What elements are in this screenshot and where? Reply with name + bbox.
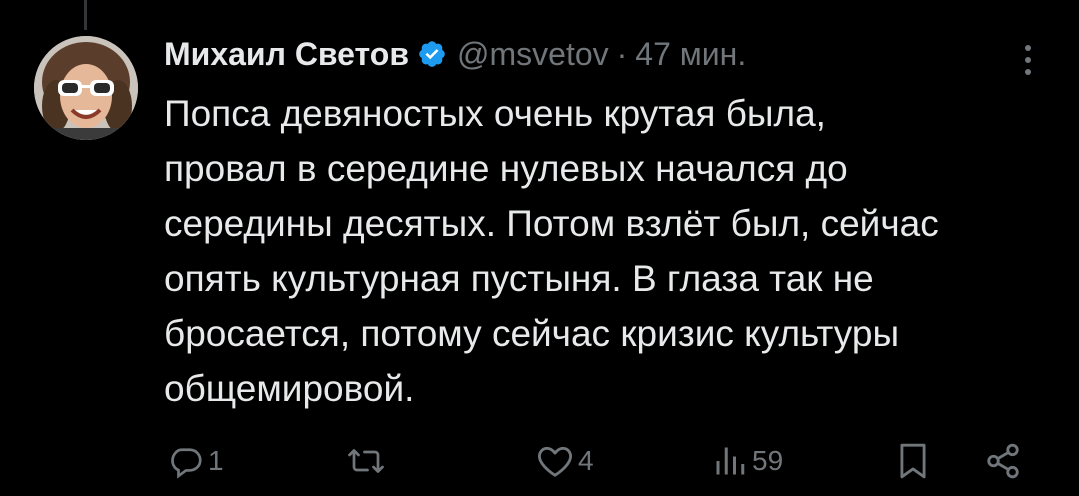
more-options-icon[interactable] [1018,40,1038,80]
author-handle[interactable]: @msvetov [457,36,609,73]
share-icon [984,442,1022,480]
tweet-text-line: провал в середине нулевых начался до [164,148,848,189]
tweet-header: Михаил Светов @msvetov · 47 мин. [164,32,746,76]
tweet-timestamp[interactable]: 47 мин. [635,36,746,73]
tweet-text-line: бросается, потому сейчас кризис культуры [164,313,900,354]
views-button[interactable]: 59 [712,438,783,484]
views-count: 59 [752,445,784,476]
reply-icon [168,443,204,479]
retweet-icon [346,443,386,479]
thread-connector-line [84,0,87,30]
avatar[interactable] [34,36,138,140]
verified-badge-icon [417,39,447,69]
tweet-text-line: Попса девяностых очень крутая была, [164,93,826,134]
like-button[interactable]: 4 [536,438,594,484]
share-button[interactable] [984,438,1022,484]
tweet-text-line: общемировой. [164,368,415,409]
heart-icon [536,443,574,479]
bookmark-icon [896,442,930,480]
author-name[interactable]: Михаил Светов [164,36,409,73]
like-count: 4 [578,445,594,476]
reply-button[interactable]: 1 [168,438,224,484]
views-icon [712,443,748,479]
header-separator: · [616,35,628,72]
tweet-text: Попса девяностых очень крутая была, пров… [164,86,1064,416]
tweet-text-line: середины десятых. Потом взлёт был, сейча… [164,203,939,244]
tweet-text-line: опять культурная пустыня. В глаза так не [164,258,874,299]
retweet-button[interactable] [346,438,390,484]
reply-count: 1 [208,445,224,476]
tweet-actions-bar: 1 4 59 [0,438,1079,484]
bookmark-button[interactable] [896,438,930,484]
